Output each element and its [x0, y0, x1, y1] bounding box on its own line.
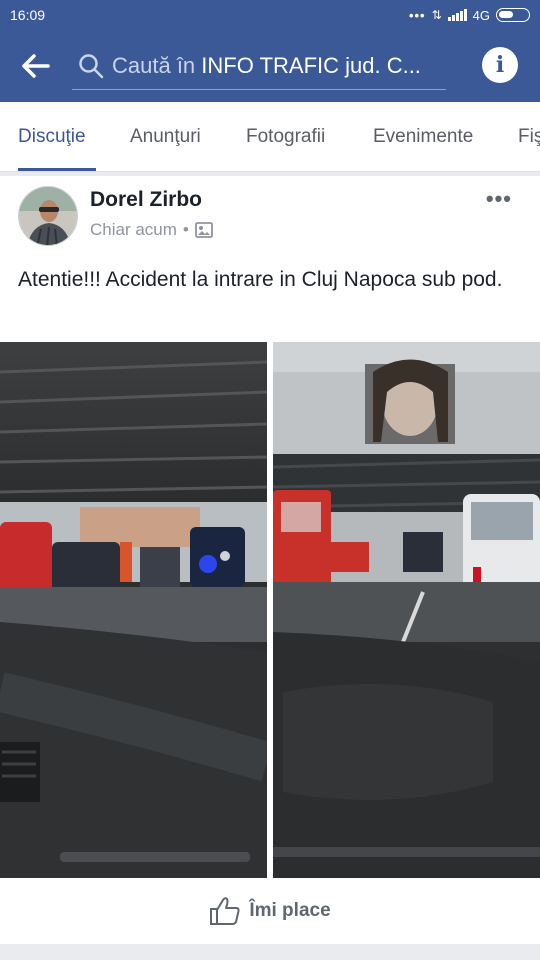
post-photo-2[interactable]: [273, 342, 540, 878]
post-meta: Chiar acum •: [90, 220, 213, 240]
back-button[interactable]: [0, 30, 72, 102]
notification-dots-icon: •••: [408, 7, 426, 23]
post-timestamp[interactable]: Chiar acum: [90, 220, 177, 240]
status-icons: ••• ⇅ 4G: [409, 8, 530, 23]
tab-photos[interactable]: Fotografii: [246, 126, 325, 148]
avatar-image: [19, 187, 77, 245]
data-arrows-icon: ⇅: [431, 8, 442, 22]
feed-divider: [0, 944, 540, 960]
status-bar: 16:09 ••• ⇅ 4G: [0, 0, 540, 30]
photo-accident-under-bridge-2: [273, 342, 540, 878]
avatar[interactable]: [18, 186, 78, 246]
back-arrow-icon: [22, 54, 50, 78]
group-photo-icon: [194, 222, 213, 238]
post-text: Atentie!!! Accident la intrare in Cluj N…: [18, 268, 503, 291]
tab-announcements[interactable]: Anunţuri: [130, 126, 201, 148]
post-card: Dorel Zirbo Chiar acum • ••• Atentie!!! …: [0, 176, 540, 944]
network-type: 4G: [472, 7, 490, 23]
status-time: 16:09: [10, 7, 46, 23]
search-text: Caută în INFO TRAFIC jud. C...: [112, 53, 442, 79]
photo-accident-under-bridge-1: [0, 342, 267, 878]
search-input[interactable]: Caută în INFO TRAFIC jud. C...: [72, 42, 446, 90]
signal-icon: [447, 9, 467, 21]
more-options-button[interactable]: •••: [486, 186, 512, 212]
thumbs-up-icon: [210, 897, 240, 925]
tab-discussion[interactable]: Discuţie: [18, 126, 86, 148]
info-icon: i: [495, 52, 505, 78]
more-dots-icon: •••: [485, 186, 512, 211]
active-tab-indicator: [18, 168, 96, 171]
tab-events[interactable]: Evenimente: [373, 126, 473, 148]
search-placeholder: Caută în: [112, 52, 196, 78]
battery-icon: [496, 8, 530, 22]
app-header: Caută în INFO TRAFIC jud. C... i: [0, 30, 540, 102]
group-tabs: Discuţie Anunţuri Fotografii Evenimente …: [0, 102, 540, 172]
like-button[interactable]: Îmi place: [0, 878, 540, 944]
search-icon: [79, 53, 104, 78]
meta-separator: •: [182, 220, 189, 239]
post-photo-1[interactable]: [0, 342, 267, 878]
tab-files[interactable]: Fiş: [518, 126, 540, 148]
info-button[interactable]: i: [482, 47, 518, 83]
like-label: Îmi place: [249, 900, 331, 921]
post-author[interactable]: Dorel Zirbo: [90, 188, 202, 212]
search-group-name: INFO TRAFIC jud. C...: [201, 52, 421, 78]
